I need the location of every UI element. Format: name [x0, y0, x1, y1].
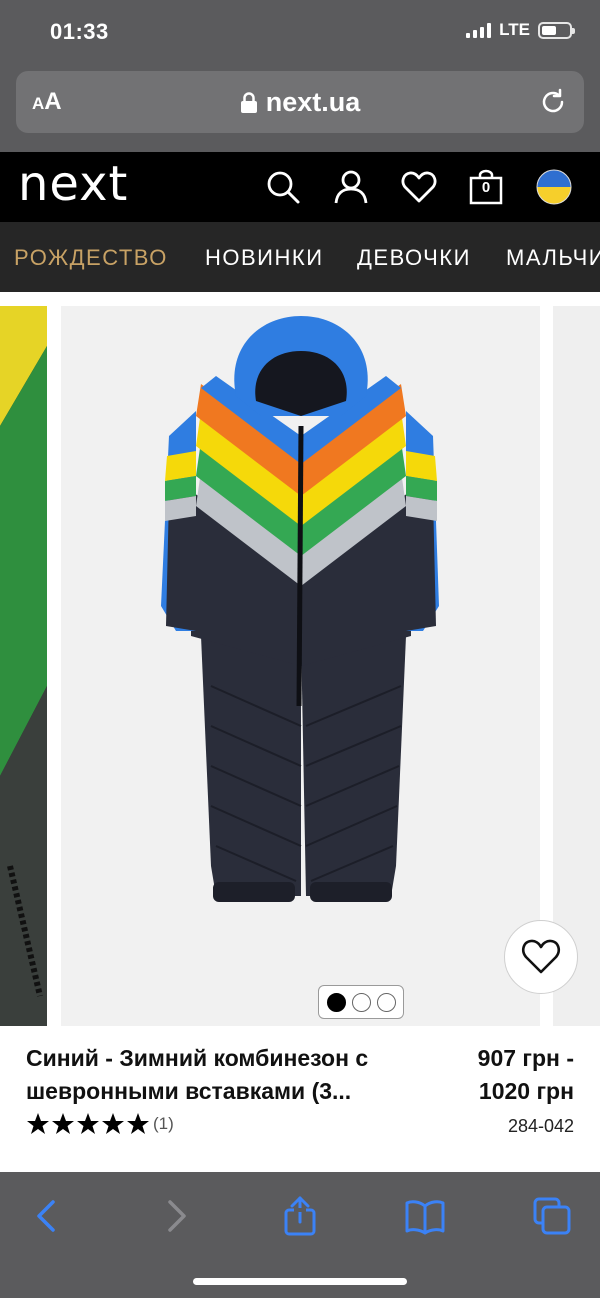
star-icon [127, 1113, 149, 1134]
share-icon[interactable] [280, 1196, 320, 1236]
heart-icon [521, 939, 561, 974]
bag-button[interactable]: 0 [468, 169, 504, 205]
carousel-dot-1[interactable] [326, 992, 346, 1012]
address-bar[interactable]: AA next.ua [16, 71, 584, 133]
heart-icon[interactable] [401, 169, 437, 205]
lock-icon [240, 91, 257, 113]
network-label: LTE [499, 20, 530, 39]
star-icon [77, 1113, 99, 1134]
nav-item-christmas[interactable]: РОЖДЕСТВО [14, 245, 168, 271]
nav-item-new[interactable]: НОВИНКИ [205, 245, 324, 271]
star-icon [52, 1113, 74, 1134]
signal-icon [466, 22, 492, 38]
battery-icon [538, 21, 575, 39]
product-title[interactable]: Синий - Зимний комбинезон с шевронными в… [26, 1042, 426, 1108]
carousel-indicator [318, 985, 404, 1019]
product-rating[interactable]: (1) [26, 1112, 174, 1136]
star-icon [102, 1113, 124, 1134]
nav-item-girls[interactable]: ДЕВОЧКИ [357, 245, 471, 271]
home-indicator[interactable] [193, 1278, 407, 1285]
site-header: next 0 [0, 152, 600, 222]
reload-icon[interactable] [538, 87, 568, 117]
previous-product-image[interactable] [0, 306, 47, 1026]
tabs-icon[interactable] [532, 1196, 572, 1236]
next-logo[interactable]: next [18, 156, 128, 212]
back-icon[interactable] [28, 1196, 68, 1236]
user-icon[interactable] [333, 169, 369, 205]
snowsuit-illustration [161, 316, 439, 902]
status-indicators: LTE [466, 20, 575, 40]
price-line-2: 1020 грн [478, 1078, 574, 1104]
star-icon [27, 1113, 49, 1134]
bookmarks-icon[interactable] [405, 1196, 445, 1236]
category-nav: РОЖДЕСТВО НОВИНКИ ДЕВОЧКИ МАЛЬЧИ [0, 222, 600, 292]
product-image[interactable] [61, 306, 540, 1026]
add-to-wishlist-button[interactable] [504, 920, 578, 994]
product-price: 907 грн - 1020 грн [478, 1042, 574, 1108]
carousel-dot-2[interactable] [351, 992, 371, 1012]
forward-icon[interactable] [155, 1196, 195, 1236]
product-sku: 284-042 [507, 1116, 574, 1136]
url-text: next.ua [265, 87, 361, 117]
price-line-1: 907 грн - [477, 1045, 574, 1071]
url-display[interactable]: next.ua [16, 87, 584, 118]
ukraine-flag-icon[interactable] [536, 169, 572, 205]
review-count: (1) [153, 1114, 174, 1133]
next-product-image[interactable] [553, 306, 600, 1026]
carousel-dot-3[interactable] [376, 992, 396, 1012]
product-title-line-1: Синий - Зимний комбинезон с [26, 1045, 369, 1071]
status-bar: 01:33 LTE [0, 0, 600, 62]
browser-address-area: AA next.ua [0, 62, 600, 152]
product-card: Синий - Зимний комбинезон с шевронными в… [0, 292, 600, 1172]
search-icon[interactable] [265, 169, 301, 205]
nav-item-boys[interactable]: МАЛЬЧИ [506, 245, 600, 271]
product-title-line-2: шевронными вставками (3... [26, 1078, 352, 1104]
status-time: 01:33 [50, 19, 109, 44]
bag-count: 0 [481, 179, 491, 196]
